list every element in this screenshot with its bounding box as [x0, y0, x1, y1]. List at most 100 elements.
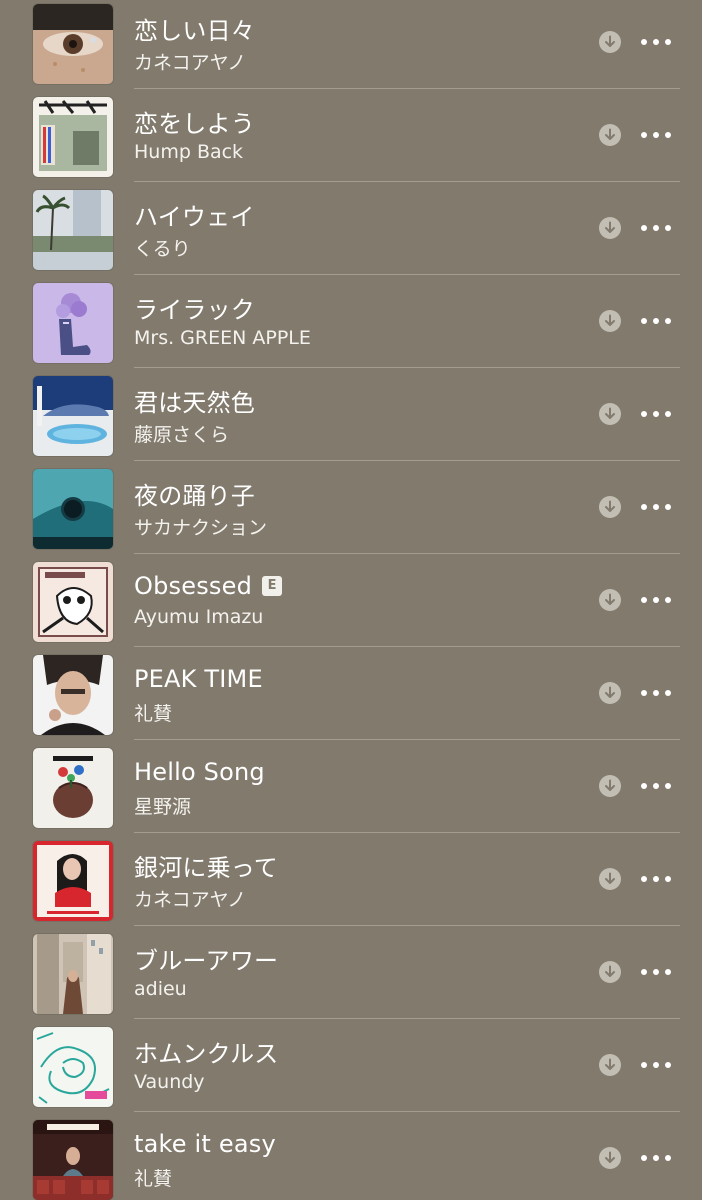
album-art-buildings-graphic — [33, 934, 113, 1014]
more-options-icon[interactable] — [641, 865, 671, 893]
track-artist[interactable]: 藤原さくら — [134, 420, 229, 447]
download-icon[interactable] — [599, 496, 621, 518]
track-title: 恋しい日々 — [134, 16, 255, 45]
track-row[interactable]: Hello Song 星野源 — [0, 744, 702, 837]
more-options-icon[interactable] — [641, 586, 671, 614]
row-separator — [134, 367, 680, 368]
track-title-line: ブルーアワー — [134, 940, 278, 976]
track-artist[interactable]: カネコアヤノ — [134, 885, 246, 912]
track-artist[interactable]: 星野源 — [134, 792, 191, 819]
more-dot — [641, 690, 647, 696]
track-row[interactable]: take it easy 礼賛 — [0, 1116, 702, 1200]
track-title-line: ホムンクルス — [134, 1033, 278, 1069]
track-row[interactable]: PEAK TIME 礼賛 — [0, 651, 702, 744]
track-title-line: PEAK TIME — [134, 661, 263, 697]
more-dot — [653, 411, 659, 417]
download-icon[interactable] — [599, 124, 621, 146]
album-art-pool[interactable] — [33, 376, 113, 456]
track-title-line: Hello Song — [134, 754, 265, 790]
more-options-icon[interactable] — [641, 214, 671, 242]
album-art-pop-virus[interactable] — [33, 748, 113, 828]
track-row[interactable]: 恋をしよう Hump Back — [0, 93, 702, 186]
more-options-icon[interactable] — [641, 679, 671, 707]
track-row[interactable]: ホムンクルス Vaundy — [0, 1023, 702, 1116]
track-row[interactable]: 夜の踊り子 サカナクション — [0, 465, 702, 558]
album-art-palm-trees-graphic — [33, 190, 113, 270]
track-title: ハイウェイ — [134, 202, 255, 231]
album-art-buildings[interactable] — [33, 934, 113, 1014]
download-icon[interactable] — [599, 310, 621, 332]
album-art-theater[interactable] — [33, 1120, 113, 1200]
more-options-icon[interactable] — [641, 307, 671, 335]
track-title-line: Obsessed E — [134, 568, 283, 604]
album-art-palm-trees[interactable] — [33, 190, 113, 270]
track-artist[interactable]: Hump Back — [134, 141, 243, 163]
more-options-icon[interactable] — [641, 958, 671, 986]
download-icon[interactable] — [599, 217, 621, 239]
track-artist[interactable]: adieu — [134, 978, 187, 1000]
more-options-icon[interactable] — [641, 1051, 671, 1079]
track-artist[interactable]: 礼賛 — [134, 1164, 172, 1191]
track-artist[interactable]: くるり — [134, 234, 191, 261]
album-art-portrait[interactable] — [33, 655, 113, 735]
more-dot — [665, 1155, 671, 1161]
album-art-pop-virus-graphic — [33, 748, 113, 828]
track-title-line: 夜の踊り子 — [134, 475, 255, 511]
row-separator — [134, 646, 680, 647]
track-row[interactable]: ハイウェイ くるり — [0, 186, 702, 279]
more-options-icon[interactable] — [641, 400, 671, 428]
more-dot — [653, 876, 659, 882]
row-separator — [134, 925, 680, 926]
more-dot — [653, 1062, 659, 1068]
track-row[interactable]: 君は天然色 藤原さくら — [0, 372, 702, 465]
download-icon[interactable] — [599, 961, 621, 983]
download-icon[interactable] — [599, 403, 621, 425]
track-title-line: ハイウェイ — [134, 196, 255, 232]
more-dot — [665, 876, 671, 882]
track-row[interactable]: 銀河に乗って カネコアヤノ — [0, 837, 702, 930]
album-art-illustration[interactable] — [33, 562, 113, 642]
album-art-teal-hole[interactable] — [33, 469, 113, 549]
track-artist[interactable]: 礼賛 — [134, 699, 172, 726]
more-dot — [641, 597, 647, 603]
download-icon[interactable] — [599, 775, 621, 797]
album-art-eye-closeup[interactable] — [33, 4, 113, 84]
more-dot — [665, 39, 671, 45]
album-art-line-drawing[interactable] — [33, 1027, 113, 1107]
more-dot — [665, 411, 671, 417]
album-art-red-frame[interactable] — [33, 841, 113, 921]
more-options-icon[interactable] — [641, 121, 671, 149]
album-art-pool-graphic — [33, 376, 113, 456]
track-artist[interactable]: Ayumu Imazu — [134, 606, 263, 628]
album-art-eye-closeup-graphic — [33, 4, 113, 84]
download-icon[interactable] — [599, 1147, 621, 1169]
track-artist[interactable]: サカナクション — [134, 513, 267, 540]
download-icon[interactable] — [599, 868, 621, 890]
album-art-red-frame-graphic — [33, 841, 113, 921]
more-dot — [653, 1155, 659, 1161]
track-row[interactable]: ライラック Mrs. GREEN APPLE — [0, 279, 702, 372]
track-row[interactable]: Obsessed E Ayumu Imazu — [0, 558, 702, 651]
more-options-icon[interactable] — [641, 772, 671, 800]
more-options-icon[interactable] — [641, 1144, 671, 1172]
more-dot — [653, 225, 659, 231]
more-dot — [641, 225, 647, 231]
track-title: ホムンクルス — [134, 1039, 279, 1068]
download-icon[interactable] — [599, 589, 621, 611]
track-artist[interactable]: Vaundy — [134, 1071, 205, 1093]
album-art-lilac-shoe[interactable] — [33, 283, 113, 363]
album-art-storefront[interactable] — [33, 97, 113, 177]
track-artist[interactable]: Mrs. GREEN APPLE — [134, 327, 311, 349]
download-icon[interactable] — [599, 682, 621, 704]
row-separator — [134, 553, 680, 554]
track-title-line: 恋しい日々 — [134, 10, 255, 46]
more-dot — [653, 318, 659, 324]
more-options-icon[interactable] — [641, 28, 671, 56]
track-row[interactable]: 恋しい日々 カネコアヤノ — [0, 0, 702, 93]
track-artist[interactable]: カネコアヤノ — [134, 48, 246, 75]
download-icon[interactable] — [599, 1054, 621, 1076]
more-options-icon[interactable] — [641, 493, 671, 521]
track-row[interactable]: ブルーアワー adieu — [0, 930, 702, 1023]
download-icon[interactable] — [599, 31, 621, 53]
track-title: ブルーアワー — [134, 946, 279, 975]
